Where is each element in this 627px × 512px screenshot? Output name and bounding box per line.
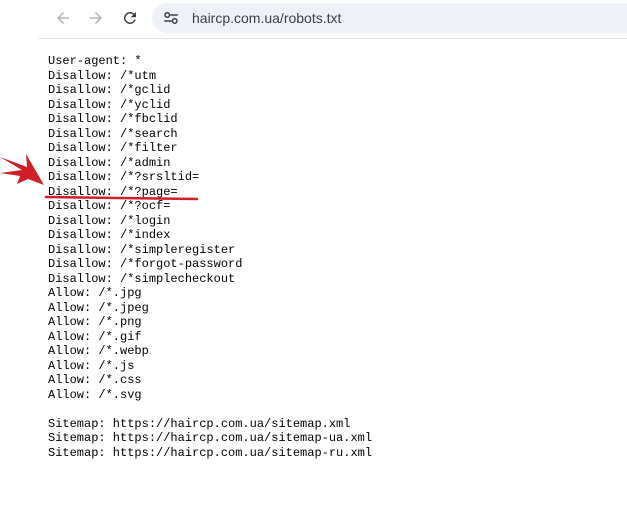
robots-line: Disallow: /*login [48,213,171,228]
red-arrow [0,154,44,185]
robots-line: Allow: /*.jpeg [48,300,149,315]
robots-line: Disallow: /*index [48,228,171,242]
robots-line: Sitemap: https://haircp.com.ua/sitemap.x… [48,416,351,431]
robots-line: Allow: /*.png [48,315,142,329]
address-bar[interactable]: haircp.com.ua/robots.txt [152,3,627,33]
reload-button[interactable] [116,4,144,32]
tune-icon[interactable] [162,9,180,27]
robots-line: Disallow: /*simpleregister [48,242,236,257]
robots-line: Allow: /*.svg [48,387,142,402]
toolbar-divider [38,38,627,39]
browser-toolbar: haircp.com.ua/robots.txt [0,0,627,38]
robots-line: Allow: /*.gif [48,329,142,344]
back-button[interactable] [49,4,77,32]
robots-line: Disallow: /*?srsltid= [48,170,200,184]
robots-line: Disallow: /*gclid [48,83,171,97]
arrow-right-icon [90,12,102,24]
robots-line: Sitemap: https://haircp.com.ua/sitemap-u… [48,431,373,445]
robots-line: Disallow: /*utm [48,68,157,83]
robots-line: Disallow: /*search [48,126,178,141]
robots-line: Disallow: /*yclid [48,97,171,112]
arrow-left-icon [57,12,69,24]
robots-line: Disallow: /*fbclid [48,112,178,126]
robots-line: Allow: /*.css [48,373,142,387]
forward-button[interactable] [82,4,110,32]
reload-icon [123,11,136,24]
robots-line: Disallow: /*?page= [48,184,178,199]
robots-line: Disallow: /*forgot-password [48,257,243,271]
robots-line: Allow: /*.js [48,358,135,373]
robots-txt-content: User-agent: * Disallow: /*utm Disallow: /*… [48,54,372,460]
robots-line: Allow: /*.webp [48,344,149,358]
robots-line: Sitemap: https://haircp.com.ua/sitemap-r… [48,445,373,460]
robots-line: Disallow: /*simplecheckout [48,271,236,286]
url-text[interactable]: haircp.com.ua/robots.txt [192,9,341,27]
robots-line: Disallow: /*?ocf= [48,199,171,213]
robots-line: Allow: /*.jpg [48,286,142,300]
robots-line: Disallow: /*admin [48,155,171,170]
robots-line: User-agent: * [48,54,142,68]
robots-line: Disallow: /*filter [48,141,178,155]
